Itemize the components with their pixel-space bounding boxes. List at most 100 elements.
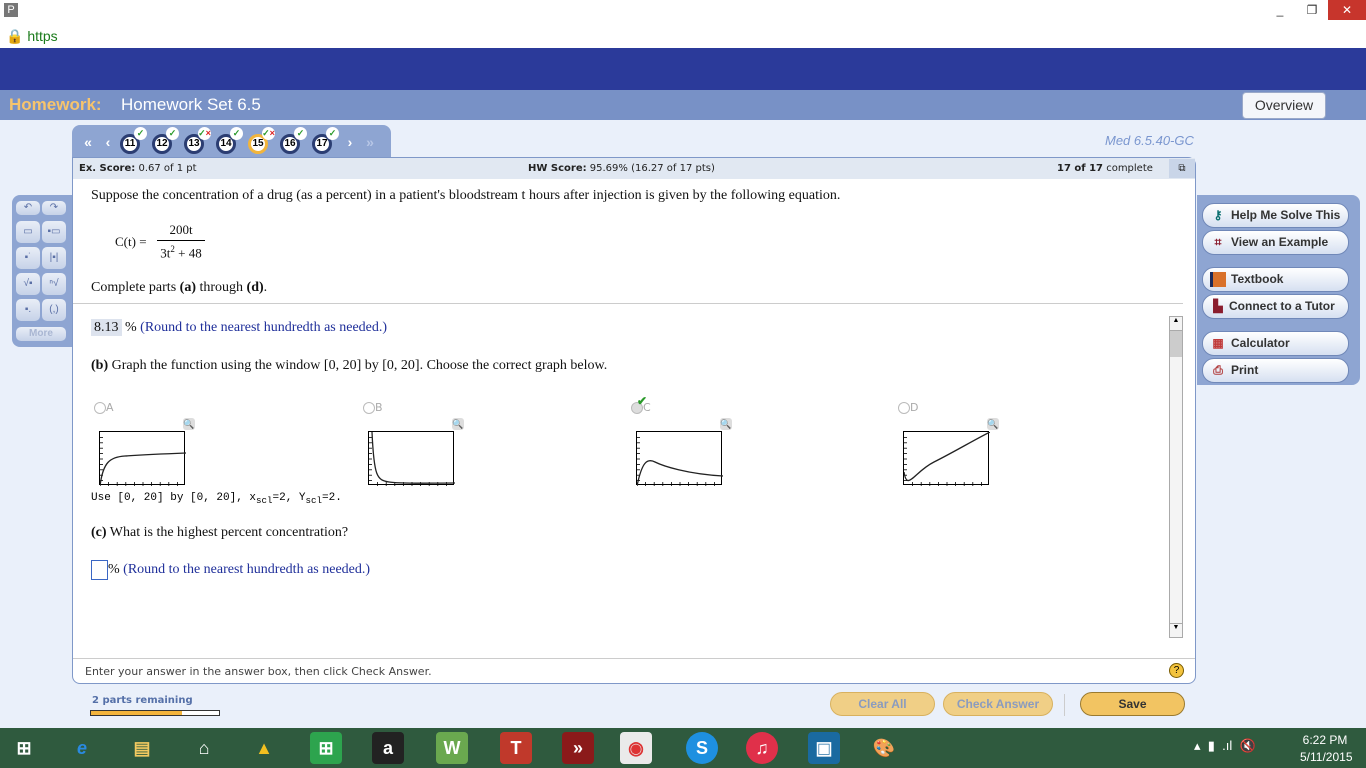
save-button[interactable]: Save [1080,692,1185,716]
home-icon[interactable]: ⌂ [188,732,220,764]
subscript-icon[interactable]: ▪. [16,299,40,321]
file-explorer-icon[interactable]: ▤ [126,732,158,764]
redo-icon[interactable]: ↷ [42,201,66,215]
nth-root-icon[interactable]: ⁿ√ [42,273,66,295]
parts-remaining: 2 parts remaining [92,695,193,706]
option-a-radio[interactable]: A [94,400,114,414]
taskbar: ⊞ e ▤ ⌂ ▲ ⊞ a W T » ◉ S ♫ ▣ 🎨 ▴ ▮ .ıl 🔇 … [0,728,1366,768]
math-toolbar: ↶ ↷ ▭ ▪▭ ▪˙ |▪| √▪ ⁿ√ ▪. (,) More [12,195,72,347]
t-app-icon[interactable]: T [500,732,532,764]
internet-explorer-icon[interactable]: e [66,732,98,764]
lock-icon: 🔒 [6,28,24,44]
zoom-graph-a-icon[interactable]: 🔍 [183,418,195,430]
store-icon[interactable]: ⊞ [310,732,342,764]
question-13-button[interactable]: 13 ✓× [184,126,211,154]
part-c-answer-row: % (Round to the nearest hundredth as nee… [91,560,370,580]
help-me-solve-button[interactable]: ⚷ Help Me Solve This [1202,203,1349,228]
last-question-icon[interactable]: » [362,134,378,150]
absolute-value-icon[interactable]: |▪| [42,247,66,269]
mixed-number-icon[interactable]: ▪▭ [42,221,66,243]
question-14-button[interactable]: 14 ✓ [216,126,243,154]
address-bar[interactable]: 🔒 https [6,28,58,45]
exponent-icon[interactable]: ▪˙ [16,247,40,269]
textbook-button[interactable]: Textbook [1202,267,1349,292]
popout-icon[interactable]: ⧉ [1169,159,1195,178]
tutor-icon: ▙ [1213,299,1223,313]
chrome-icon[interactable]: ◉ [620,732,652,764]
equation-denominator: 3t2 + 48 [160,244,202,261]
start-windows-icon[interactable]: ⊞ [8,732,40,764]
question-intro: Suppose the concentration of a drug (as … [91,188,841,203]
square-root-icon[interactable]: √▪ [16,273,40,295]
ex-score-value: 0.67 of 1 pt [138,163,197,174]
option-c-radio[interactable]: ✔ C [631,394,651,414]
part-c-answer-input[interactable] [91,560,108,580]
part-c-question: (c) What is the highest percent concentr… [91,525,349,540]
question-id: Med 6.5.40-GC [1105,133,1194,148]
itunes-icon[interactable]: ♫ [746,732,778,764]
radio-icon[interactable] [94,401,106,414]
system-tray-icons[interactable]: ▴ ▮ .ıl 🔇 [1194,738,1256,754]
tools-panel: ⚷ Help Me Solve This ⌗ View an Example Tex… [1197,195,1360,385]
parts-instruction: Complete parts (a) through (d). [91,280,268,295]
bottom-bar: 2 parts remaining Clear All Check Answer… [72,688,1196,720]
question-16-button[interactable]: 16 ✓ [280,126,307,154]
view-example-button[interactable]: ⌗ View an Example [1202,230,1349,255]
wunderlist-icon[interactable]: W [436,732,468,764]
connect-tutor-button[interactable]: ▙ Connect to a Tutor [1202,294,1349,319]
paint-icon[interactable]: 🎨 [868,732,900,764]
clear-all-button[interactable]: Clear All [830,692,935,716]
graph-option-c[interactable] [636,431,724,487]
ordered-pair-icon[interactable]: (,) [42,299,66,321]
score-bar: Ex. Score: 0.67 of 1 pt HW Score: 95.69%… [73,158,1195,179]
first-question-icon[interactable]: « [80,134,96,150]
equation-lhs: C(t) = [115,234,147,249]
radio-icon[interactable] [363,401,375,414]
function-curve [903,431,991,481]
close-button[interactable]: ✕ [1328,0,1366,20]
question-15-button[interactable]: 15 ✓× [248,126,275,154]
amazon-icon[interactable]: a [372,732,404,764]
zoom-graph-d-icon[interactable]: 🔍 [987,418,999,430]
minimize-button[interactable]: _ [1264,0,1296,20]
undo-icon[interactable]: ↶ [16,201,40,215]
partial-credit-icon: ✓× [262,126,275,140]
footer-instruction: Enter your answer in the answer box, the… [85,665,432,678]
graph-option-b[interactable] [368,431,456,486]
browser-toolbar-band [0,48,1366,90]
question-12-button[interactable]: 12 ✓ [152,126,179,154]
photos-icon[interactable]: ▣ [808,732,840,764]
skype-icon[interactable]: S [686,732,718,764]
clock[interactable]: 6:22 PM 5/11/2015 [1300,733,1353,764]
function-curve [371,431,456,484]
homework-header: Homework: Homework Set 6.5 [0,90,1366,120]
option-b-radio[interactable]: B [363,400,383,414]
binoculars-icon: ⌗ [1214,235,1222,249]
fraction-icon[interactable]: ▭ [16,221,40,243]
hw-score-label: HW Score: [528,163,587,174]
overview-button[interactable]: Overview [1242,92,1326,119]
restore-button[interactable]: ❐ [1296,0,1328,20]
print-button[interactable]: ⎙ Print [1202,358,1349,383]
next-question-icon[interactable]: › [342,134,358,150]
fast-forward-app-icon[interactable]: » [562,732,594,764]
graph-option-d[interactable] [903,431,991,486]
option-d-radio[interactable]: D [898,400,918,414]
more-button[interactable]: More [16,327,66,341]
checkmark-icon: ✔ [637,394,648,408]
google-drive-icon[interactable]: ▲ [248,732,280,764]
part-c-hint: (Round to the nearest hundredth as neede… [123,562,371,578]
graph-option-a[interactable] [99,431,187,487]
calculator-button[interactable]: ▦ Calculator [1202,331,1349,356]
ex-score-label: Ex. Score: [79,163,136,174]
zoom-graph-b-icon[interactable]: 🔍 [452,418,464,430]
previous-question-icon[interactable]: ‹ [100,134,116,150]
parts-progress-bar [90,710,220,716]
question-17-button[interactable]: 17 ✓ [312,126,339,154]
help-icon[interactable]: ? [1169,663,1184,678]
check-answer-button[interactable]: Check Answer [943,692,1053,716]
scrollbar[interactable]: ▲ ▼ [1169,316,1183,638]
question-11-button[interactable]: 11 ✓ [120,126,147,154]
radio-icon[interactable] [898,401,910,414]
zoom-graph-c-icon[interactable]: 🔍 [720,418,732,430]
